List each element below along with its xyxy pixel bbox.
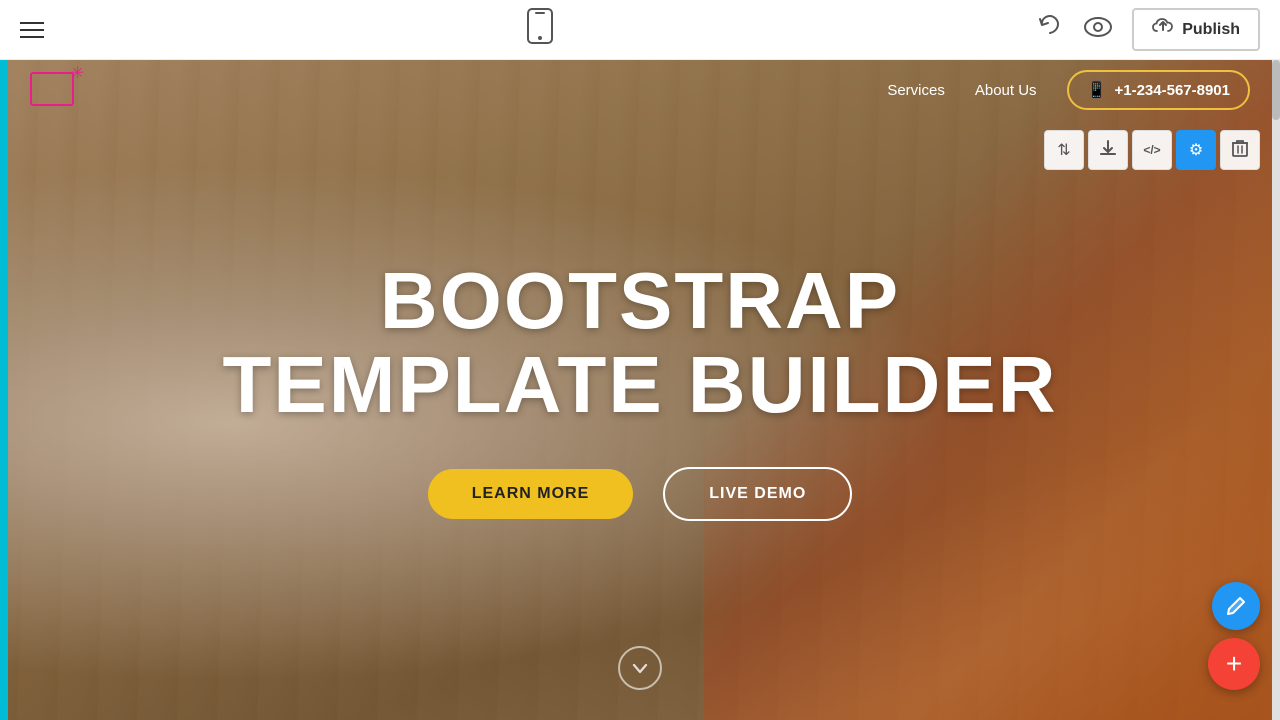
top-toolbar: Publish [0,0,1280,60]
undo-button[interactable] [1036,13,1064,47]
settings-icon: ⚙ [1189,140,1203,160]
phone-button[interactable]: 📱 +1-234-567-8901 [1067,70,1250,110]
logo-left-box [30,72,52,106]
move-icon: ⇅ [1057,140,1070,160]
hero-title-line1: BOOTSTRAP [128,259,1152,343]
hero-content: BOOTSTRAP TEMPLATE BUILDER LEARN MORE LI… [128,259,1152,521]
mobile-preview-button[interactable] [526,8,554,51]
hamburger-menu-button[interactable] [20,22,44,38]
fab-edit-button[interactable] [1212,582,1260,630]
left-accent-bar [0,60,8,720]
phone-icon: 📱 [1087,80,1107,100]
trash-icon [1232,139,1248,162]
section-toolbar: ⇅ </> ⚙ [1044,130,1260,170]
scroll-down-button[interactable] [618,646,662,690]
scrollbar-thumb [1272,60,1280,120]
logo-container: ✳ [30,70,82,110]
preview-eye-button[interactable] [1084,17,1112,43]
delete-section-button[interactable] [1220,130,1260,170]
move-section-button[interactable]: ⇅ [1044,130,1084,170]
logo-sun-icon: ✳ [71,66,84,82]
hero-title-line2: TEMPLATE BUILDER [128,343,1152,427]
hamburger-line-1 [20,22,44,24]
hamburger-line-2 [20,29,44,31]
site-nav-links: Services About Us 📱 +1-234-567-8901 [887,70,1250,110]
phone-number: +1-234-567-8901 [1114,82,1230,99]
toolbar-right: Publish [1036,8,1260,51]
code-icon: </> [1143,143,1160,157]
site-logo: ✳ [30,70,82,110]
settings-section-button[interactable]: ⚙ [1176,130,1216,170]
main-content: ✳ Services About Us 📱 +1-234-567-8901 ⇅ [0,60,1280,720]
nav-services-link[interactable]: Services [887,82,945,99]
code-section-button[interactable]: </> [1132,130,1172,170]
live-demo-button[interactable]: LIVE DEMO [663,467,852,521]
download-icon [1099,139,1117,162]
hamburger-line-3 [20,36,44,38]
fab-add-button[interactable]: + [1208,638,1260,690]
learn-more-button[interactable]: LEARN MORE [428,469,634,519]
toolbar-center [526,8,554,51]
right-scrollbar[interactable] [1272,60,1280,720]
add-icon: + [1226,650,1242,678]
hero-buttons: LEARN MORE LIVE DEMO [128,467,1152,521]
publish-button[interactable]: Publish [1132,8,1260,51]
publish-label: Publish [1182,21,1240,39]
download-section-button[interactable] [1088,130,1128,170]
toolbar-left [20,22,44,38]
site-navigation: ✳ Services About Us 📱 +1-234-567-8901 [0,60,1280,120]
nav-about-link[interactable]: About Us [975,82,1037,99]
cloud-upload-icon [1152,18,1174,41]
hero-title: BOOTSTRAP TEMPLATE BUILDER [128,259,1152,427]
